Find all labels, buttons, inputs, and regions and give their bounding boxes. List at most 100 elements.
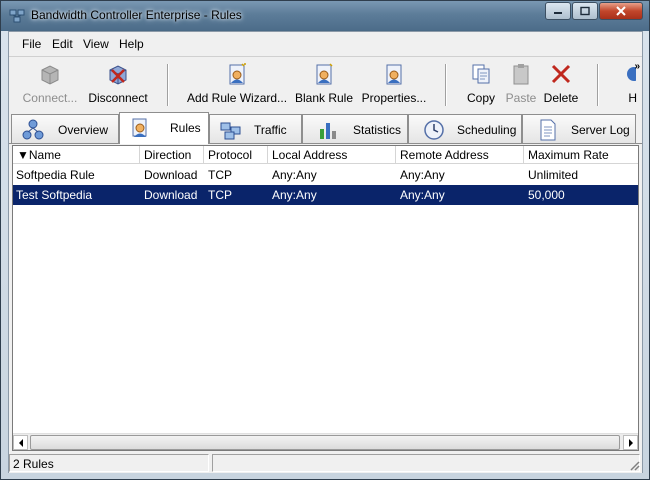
menu-help[interactable]: Help (119, 37, 144, 51)
paste-button[interactable]: Paste (503, 62, 539, 108)
rules-list[interactable]: ▼Name Direction Protocol Local Address R… (12, 145, 639, 451)
column-header-name-label: Name (28, 148, 61, 162)
status-bar: 2 Rules (9, 452, 642, 473)
properties-button[interactable]: Properties... (361, 62, 427, 108)
table-row[interactable]: Softpedia Rule Download TCP Any:Any Any:… (13, 165, 638, 185)
help-label: H (628, 91, 637, 105)
tab-overview-label: Overview (58, 123, 109, 137)
menu-bar: File Edit View Help (9, 32, 642, 57)
menu-view[interactable]: View (83, 37, 109, 51)
column-header-protocol[interactable]: Protocol (204, 146, 268, 164)
connect-button[interactable]: Connect... (21, 62, 79, 108)
cell-name: Softpedia Rule (16, 168, 95, 182)
tab-scheduling-label: Scheduling (457, 123, 517, 137)
column-header-local-address-label: Local Address (272, 148, 348, 162)
close-button[interactable] (599, 2, 643, 20)
table-row-selected[interactable]: Test Softpedia Download TCP Any:Any Any:… (13, 185, 638, 205)
disconnect-label: Disconnect (88, 91, 148, 105)
client-area: File Edit View Help Connect... Disconnec… (8, 31, 643, 473)
tab-rules-label: Rules (170, 121, 201, 135)
connect-label: Connect... (22, 91, 78, 105)
cell-direction: Download (144, 168, 198, 182)
list-header: ▼Name Direction Protocol Local Address R… (13, 146, 638, 164)
cell-maximum-rate: 50,000 (528, 188, 565, 202)
column-header-protocol-label: Protocol (208, 148, 253, 162)
toolbar-overflow-chevron[interactable]: » (634, 61, 640, 72)
tab-overview[interactable]: Overview (11, 114, 119, 143)
scroll-right-button[interactable] (623, 435, 638, 450)
disconnect-icon (106, 62, 130, 86)
menu-file[interactable]: File (22, 37, 41, 51)
arrow-right-icon (629, 439, 633, 447)
tab-strip-border (9, 143, 642, 144)
minimize-button[interactable] (545, 2, 571, 20)
maximize-icon (580, 6, 590, 16)
blank-rule-label: Blank Rule (294, 91, 354, 105)
blank-rule-icon (312, 62, 336, 86)
column-header-maximum-rate[interactable]: Maximum Rate (524, 146, 638, 164)
sort-descending-icon: ▼ (17, 148, 29, 162)
add-rule-wizard-label: Add Rule Wizard... (187, 91, 288, 105)
cell-protocol: TCP (208, 188, 232, 202)
tab-traffic[interactable]: Traffic (209, 114, 302, 143)
delete-button[interactable]: Delete (541, 62, 581, 108)
column-header-direction-label: Direction (144, 148, 192, 162)
connect-icon (38, 62, 62, 86)
scrollbar-thumb[interactable] (30, 435, 620, 450)
title-bar[interactable]: Bandwidth Controller Enterprise - Rules (1, 1, 649, 30)
cell-remote-address: Any:Any (400, 168, 445, 182)
copy-label: Copy (466, 91, 495, 105)
delete-icon (549, 62, 573, 86)
copy-icon (469, 62, 493, 86)
cell-maximum-rate: Unlimited (528, 168, 579, 182)
properties-icon (382, 62, 406, 86)
tab-server-log-label: Server Log (571, 123, 630, 137)
horizontal-scrollbar[interactable] (13, 433, 638, 450)
paste-label: Paste (505, 91, 537, 105)
column-header-name[interactable]: ▼Name (13, 146, 140, 164)
help-icon (612, 62, 641, 86)
column-header-remote-address-label: Remote Address (400, 148, 489, 162)
resize-grip-icon[interactable] (628, 459, 640, 471)
cell-remote-address: Any:Any (400, 188, 445, 202)
toolbar: Connect... Disconnect Add Rule Wizard... (9, 58, 642, 112)
toolbar-separator (167, 64, 169, 106)
rules-icon (130, 117, 152, 139)
overview-icon (22, 119, 44, 141)
cell-name: Test Softpedia (16, 188, 93, 202)
maximize-button[interactable] (572, 2, 598, 20)
tab-statistics-label: Statistics (353, 123, 402, 137)
arrow-left-icon (19, 439, 23, 447)
tab-server-log[interactable]: Server Log (522, 114, 636, 143)
column-header-remote-address[interactable]: Remote Address (396, 146, 524, 164)
cell-local-address: Any:Any (272, 168, 317, 182)
delete-label: Delete (543, 91, 579, 105)
column-header-local-address[interactable]: Local Address (268, 146, 396, 164)
rule-wizard-icon (225, 62, 249, 86)
menu-edit[interactable]: Edit (52, 37, 73, 51)
scroll-left-button[interactable] (13, 435, 28, 450)
toolbar-separator (597, 64, 599, 106)
column-header-maximum-rate-label: Maximum Rate (528, 148, 609, 162)
column-header-direction[interactable]: Direction (140, 146, 204, 164)
minimize-icon (554, 12, 562, 14)
statistics-chart-icon (317, 119, 339, 141)
tab-rules[interactable]: Rules (119, 112, 209, 144)
window-title: Bandwidth Controller Enterprise - Rules (31, 8, 242, 22)
clock-icon (423, 119, 445, 141)
app-network-icon (9, 8, 25, 24)
tab-strip: Overview Rules Traffic Statistics Schedu… (9, 112, 642, 144)
tab-scheduling[interactable]: Scheduling (408, 114, 522, 143)
add-rule-wizard-button[interactable]: Add Rule Wizard... (187, 62, 287, 108)
tab-statistics[interactable]: Statistics (302, 114, 408, 143)
disconnect-button[interactable]: Disconnect (85, 62, 151, 108)
paste-icon (509, 62, 533, 86)
cell-protocol: TCP (208, 168, 232, 182)
toolbar-separator (445, 64, 447, 106)
properties-label: Properties... (361, 91, 427, 105)
blank-rule-button[interactable]: Blank Rule (294, 62, 354, 108)
status-rule-count: 2 Rules (9, 454, 209, 472)
cell-direction: Download (144, 188, 198, 202)
close-icon (616, 6, 626, 16)
copy-button[interactable]: Copy (463, 62, 499, 108)
